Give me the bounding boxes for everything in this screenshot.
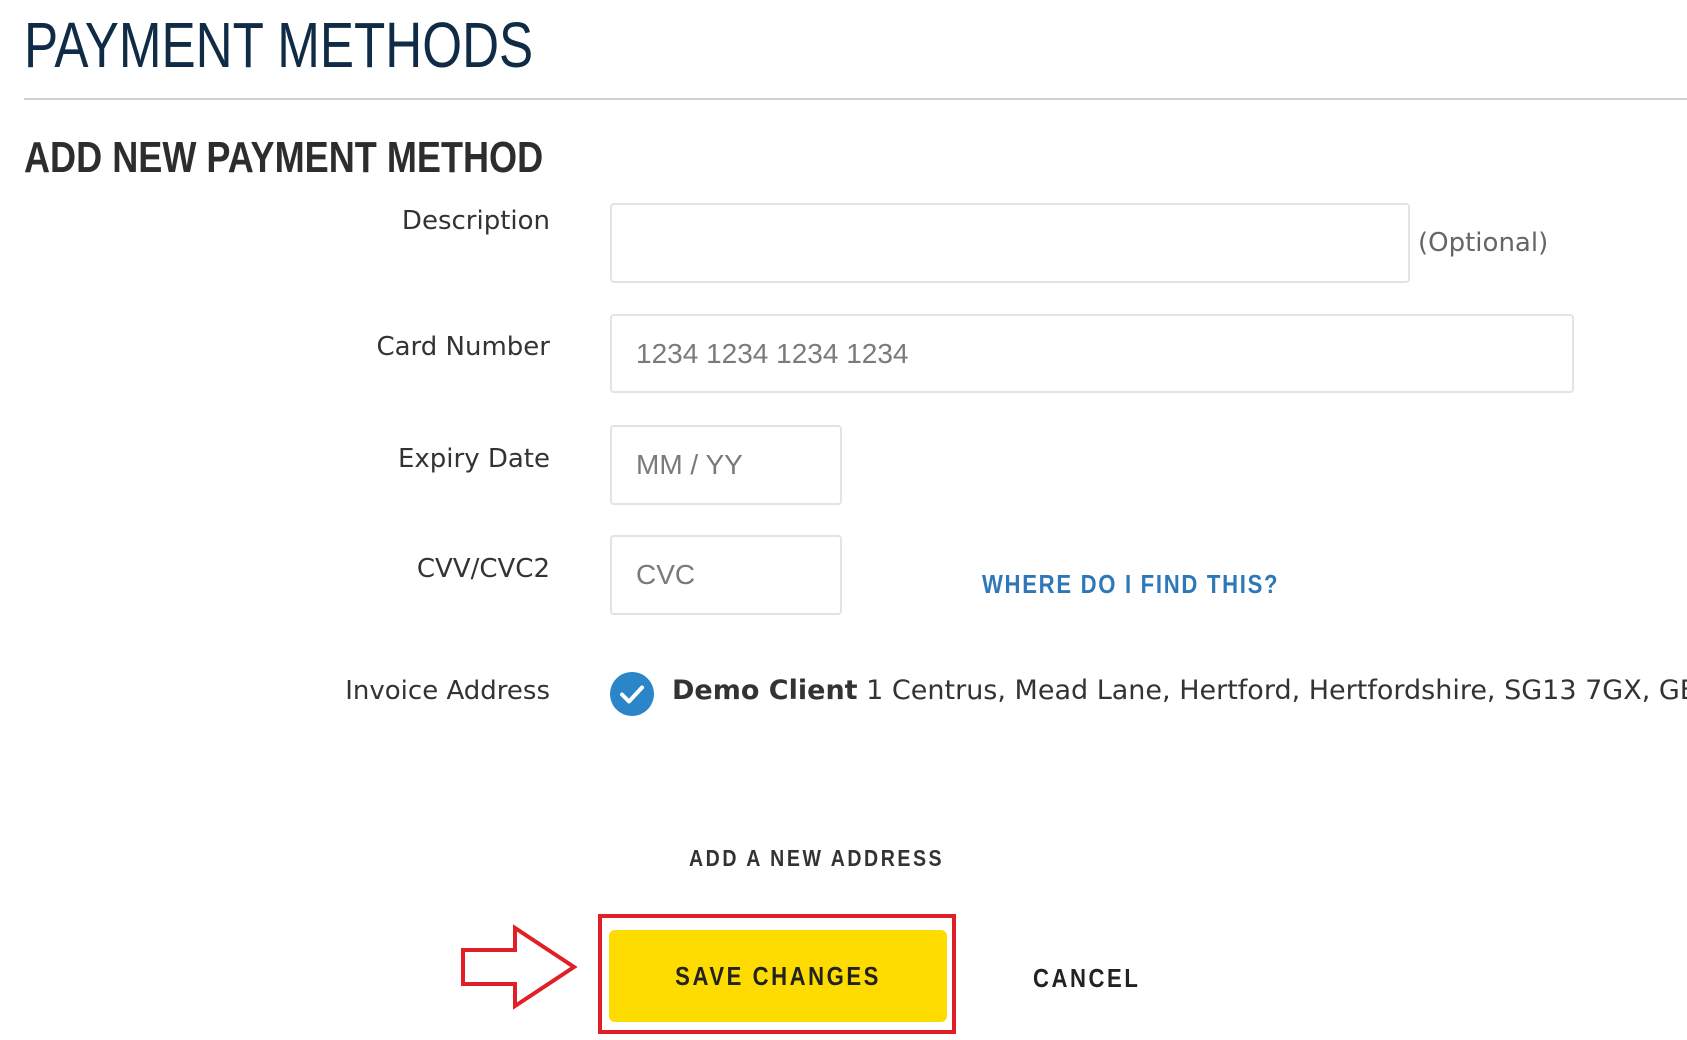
page-title: PAYMENT METHODS [24,9,534,81]
address-text: 1 Centrus, Mead Lane, Hertford, Hertford… [866,675,1687,706]
invoice-address-label: Invoice Address [345,676,550,706]
client-name: Demo Client [672,675,858,706]
cancel-button[interactable]: CANCEL [1033,963,1140,994]
check-circle-icon[interactable] [610,672,654,716]
where-do-i-find-this-link[interactable]: WHERE DO I FIND THIS? [982,569,1279,600]
description-label: Description [401,206,550,236]
section-title: ADD NEW PAYMENT METHOD [24,133,544,182]
right-arrow-outline-icon [461,924,578,1010]
expiry-date-field[interactable] [610,425,842,505]
title-divider [24,98,1687,100]
invoice-address-option[interactable]: Demo Client 1 Centrus, Mead Lane, Hertfo… [672,675,1687,706]
card-number-field[interactable] [610,314,1574,393]
save-changes-label: SAVE CHANGES [675,960,881,991]
card-number-label: Card Number [376,332,550,362]
cvc-field[interactable] [610,535,842,615]
optional-note: (Optional) [1418,228,1549,258]
add-new-address-link[interactable]: ADD A NEW ADDRESS [689,845,944,872]
expiry-date-label: Expiry Date [397,444,550,474]
description-field[interactable] [610,203,1410,283]
save-changes-button[interactable]: SAVE CHANGES [609,930,947,1022]
cvc-label: CVV/CVC2 [416,554,550,584]
